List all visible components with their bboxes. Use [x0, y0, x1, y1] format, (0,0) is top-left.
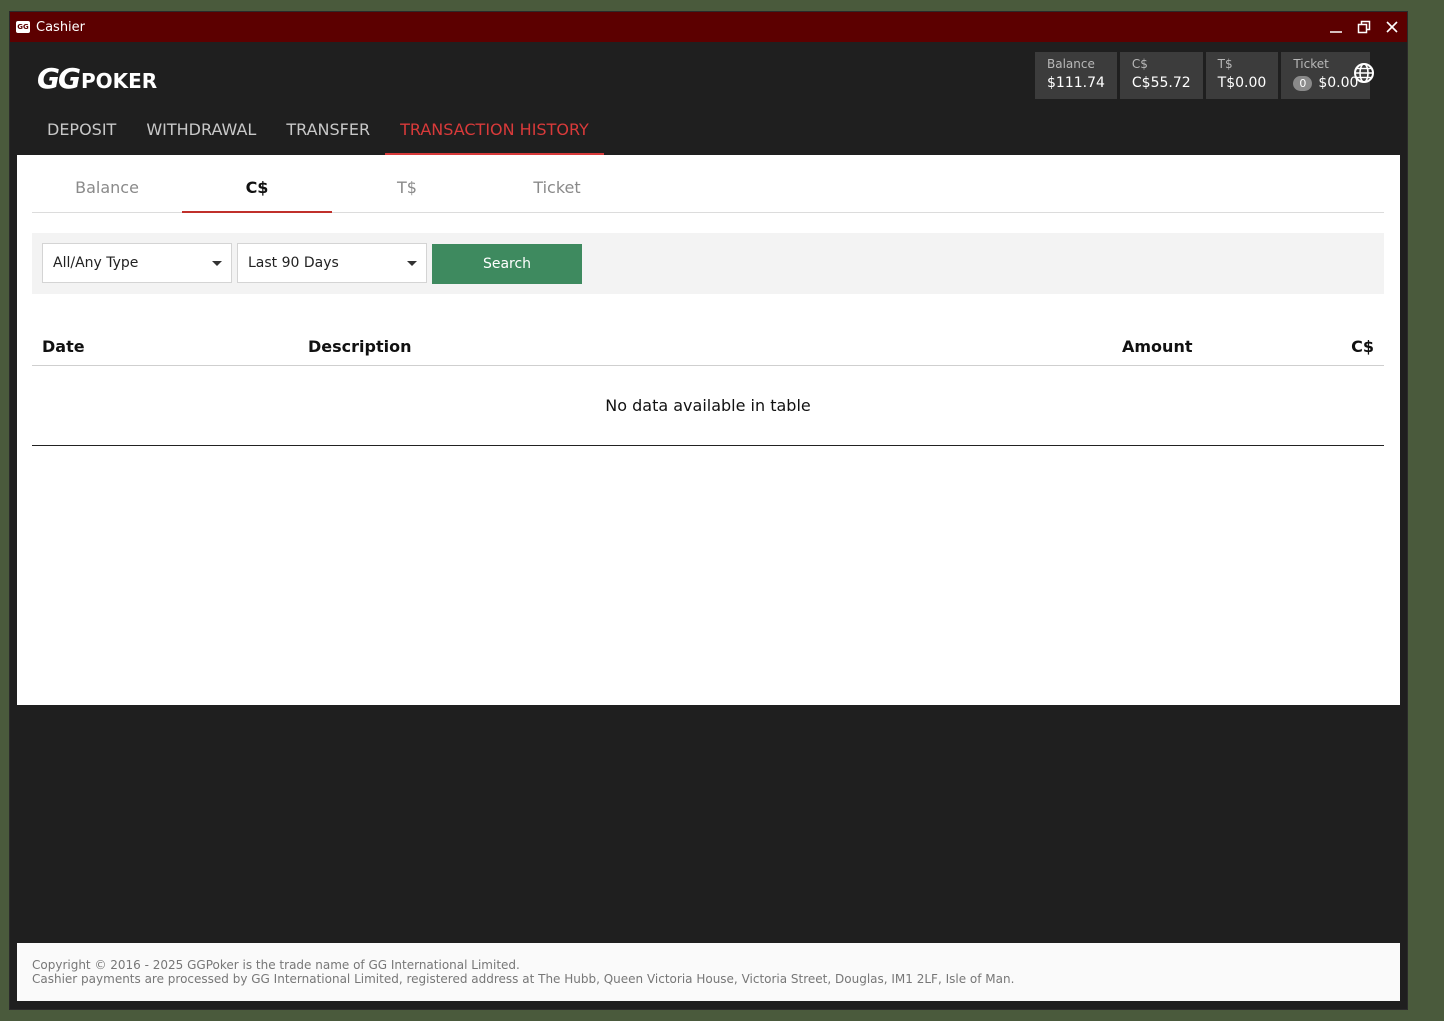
tdollar-amount: T$0.00: [1217, 75, 1267, 91]
column-description[interactable]: Description: [308, 337, 411, 356]
balance-box-cash: Balance $111.74: [1035, 52, 1117, 99]
balance-summary: Balance $111.74 C$ C$55.72 T$ T$0.00 Tic…: [1035, 52, 1371, 99]
logo-gg: GG: [37, 62, 81, 95]
title-bar: GG Cashier: [10, 12, 1407, 42]
table-empty-row: No data available in table: [32, 366, 1384, 446]
type-select[interactable]: All/Any Type: [42, 243, 232, 283]
chevron-down-icon: [407, 261, 417, 266]
globe-icon: [1354, 63, 1374, 83]
ticket-label: Ticket: [1293, 57, 1329, 71]
balance-amount: $111.74: [1047, 75, 1105, 91]
language-globe-icon[interactable]: [1353, 62, 1375, 84]
chevron-down-icon: [212, 261, 222, 266]
subtab-ticket[interactable]: Ticket: [482, 155, 632, 213]
logo-poker: POKER: [80, 69, 158, 93]
transactions-table: Date Description Amount C$ No data avail…: [32, 327, 1384, 446]
minimize-icon: [1330, 31, 1342, 33]
cashier-header: GG POKER Balance $111.74 C$ C$55.72 T$ T…: [10, 42, 1407, 155]
ticket-value: 0 $0.00: [1293, 75, 1358, 91]
balance-box-tdollar: T$ T$0.00: [1205, 52, 1279, 99]
cashier-window: GG Cashier GG POKER Balance $111.74 C$ C…: [9, 11, 1408, 1010]
empty-table-message: No data available in table: [605, 396, 811, 415]
copyright-text: Copyright © 2016 - 2025 GGPoker is the t…: [32, 958, 520, 972]
cdollar-value: C$55.72: [1132, 75, 1191, 91]
currency-subtabs: Balance C$ T$ Ticket: [32, 155, 1384, 213]
close-icon: [1386, 21, 1398, 33]
ticket-count-badge: 0: [1293, 75, 1313, 91]
cashier-nav: DEPOSIT WITHDRAWAL TRANSFER TRANSACTION …: [32, 119, 604, 155]
window-controls: [1327, 12, 1401, 42]
column-amount[interactable]: Amount: [1122, 337, 1192, 356]
tdollar-value: T$0.00: [1218, 75, 1267, 91]
filter-bar: All/Any Type Last 90 Days Search: [32, 233, 1384, 294]
cdollar-label: C$: [1131, 57, 1148, 71]
close-button[interactable]: [1383, 18, 1401, 36]
column-date[interactable]: Date: [42, 337, 85, 356]
balance-box-cdollar: C$ C$55.72: [1119, 52, 1203, 99]
cdollar-amount: C$55.72: [1131, 75, 1191, 91]
subtab-balance[interactable]: Balance: [32, 155, 182, 213]
nav-withdrawal[interactable]: WITHDRAWAL: [131, 119, 271, 155]
balance-value: $111.74: [1047, 75, 1105, 91]
period-select[interactable]: Last 90 Days: [237, 243, 427, 283]
payment-processor-text: Cashier payments are processed by GG Int…: [32, 972, 1015, 986]
balance-label: Balance: [1047, 57, 1095, 71]
type-select-value: All/Any Type: [53, 255, 139, 271]
nav-transfer[interactable]: TRANSFER: [271, 119, 385, 155]
table-header: Date Description Amount C$: [32, 327, 1384, 366]
period-select-value: Last 90 Days: [248, 255, 339, 271]
nav-transaction-history[interactable]: TRANSACTION HISTORY: [385, 119, 604, 155]
window-title: Cashier: [36, 19, 86, 35]
transaction-history-panel: Balance C$ T$ Ticket All/Any Type Last 9…: [17, 155, 1400, 705]
subtab-cdollar[interactable]: C$: [182, 155, 332, 213]
app-icon: GG: [16, 21, 30, 33]
footer: Copyright © 2016 - 2025 GGPoker is the t…: [17, 943, 1400, 1001]
minimize-button[interactable]: [1327, 18, 1345, 36]
tdollar-label: T$: [1217, 57, 1233, 71]
subtab-tdollar[interactable]: T$: [332, 155, 482, 213]
ggpoker-logo: GG POKER: [37, 62, 157, 95]
restore-button[interactable]: [1355, 18, 1373, 36]
search-button[interactable]: Search: [432, 244, 582, 284]
column-currency[interactable]: C$: [1351, 337, 1374, 356]
nav-deposit[interactable]: DEPOSIT: [32, 119, 131, 155]
restore-icon: [1357, 20, 1371, 34]
